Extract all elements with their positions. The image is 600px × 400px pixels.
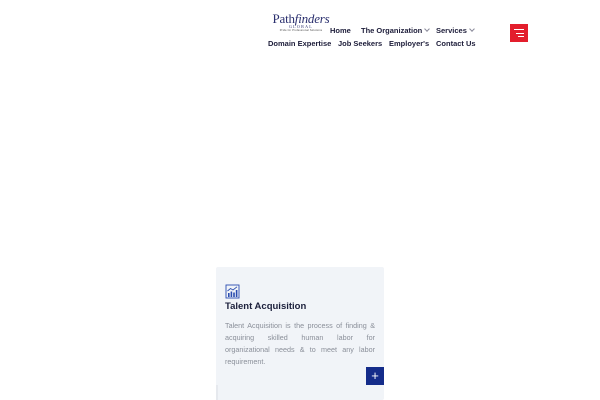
hamburger-menu-icon	[514, 29, 524, 31]
nav-the-organization-label: The Organization	[361, 26, 423, 35]
pathfinders-logo[interactable]: Pathfinders GLOBAL Pride for Professiona…	[272, 12, 330, 34]
expand-card-button[interactable]: +	[366, 367, 384, 385]
hamburger-menu-icon-line	[516, 32, 524, 34]
nav-contact-us[interactable]: Contact Us	[436, 39, 476, 49]
nav-home[interactable]: Home	[330, 26, 351, 36]
nav-employers-label: Employer's	[389, 39, 430, 48]
nav-home-label: Home	[330, 26, 351, 35]
menu-button[interactable]	[510, 24, 528, 42]
chevron-down-icon	[469, 26, 475, 32]
nav-the-organization[interactable]: The Organization	[361, 26, 431, 36]
nav-services-label: Services	[436, 26, 467, 35]
hamburger-menu-icon-line	[518, 36, 524, 38]
nav-contact-us-label: Contact Us	[436, 39, 476, 48]
service-card: Talent Acquisition Talent Acquisition is…	[216, 267, 384, 400]
nav-employers[interactable]: Employer's	[389, 39, 429, 49]
logo-tagline: Pride for Professional Solutions	[279, 29, 323, 32]
growth-chart-icon	[225, 284, 240, 299]
card-description: Talent Acquisition is the process of fin…	[225, 321, 375, 366]
nav-job-seekers[interactable]: Job Seekers	[338, 39, 382, 49]
chevron-down-icon	[424, 26, 431, 32]
card-edge	[216, 385, 218, 400]
nav-domain-expertise-label: Domain Expertise	[268, 39, 332, 48]
nav-job-seekers-label: Job Seekers	[338, 39, 383, 48]
plus-icon: +	[371, 368, 379, 383]
page: Pathfinders GLOBAL Pride for Professiona…	[0, 0, 600, 400]
nav-services[interactable]: Services	[436, 26, 475, 36]
card-title: Talent Acquisition	[225, 301, 307, 312]
nav-domain-expertise[interactable]: Domain Expertise	[268, 39, 331, 49]
